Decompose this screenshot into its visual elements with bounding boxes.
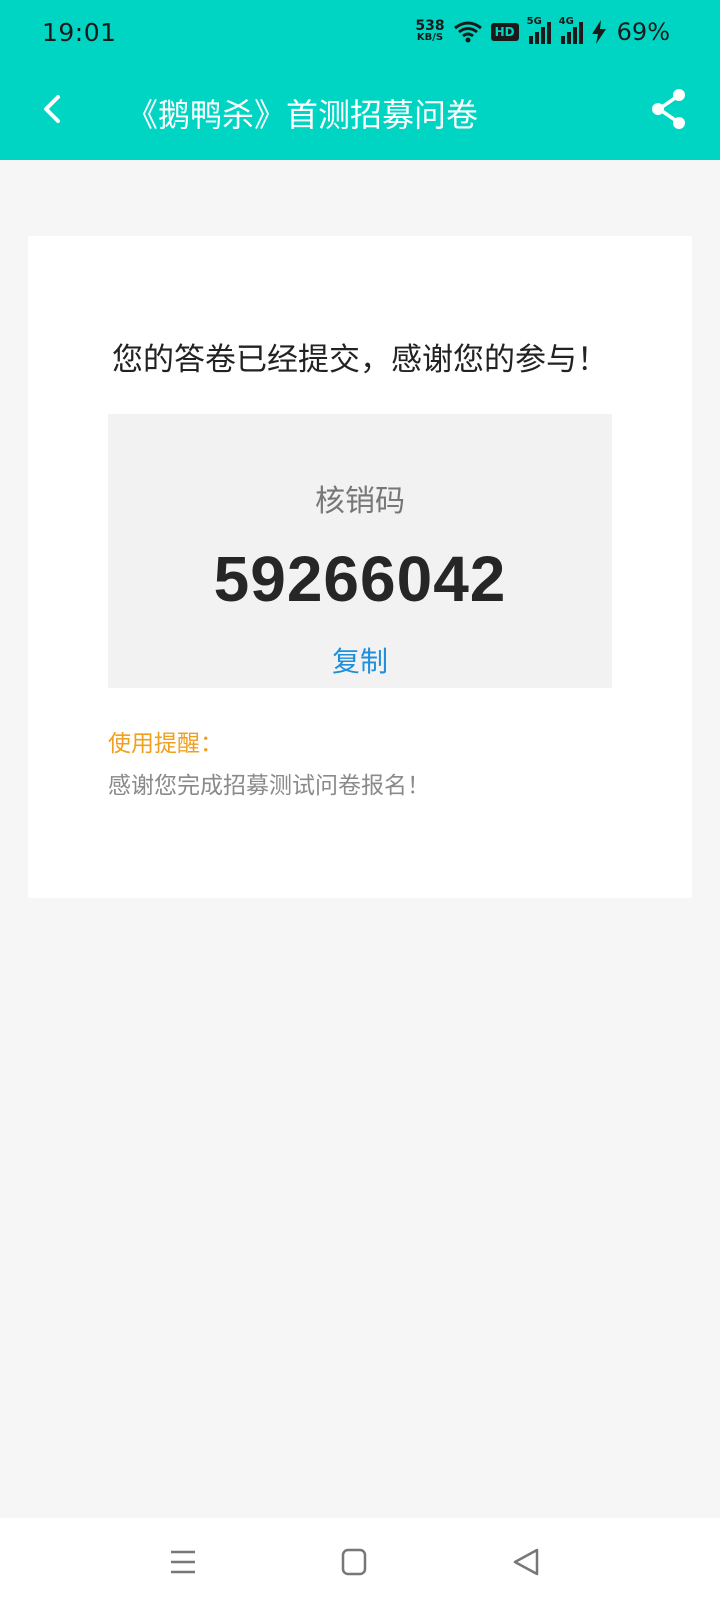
network-speed-value: 538 [415,18,445,34]
status-time: 19:01 [42,18,117,47]
back-button[interactable] [30,84,80,134]
copy-button[interactable]: 复制 [310,640,410,684]
network-speed-unit: KB/S [416,32,444,43]
chevron-left-icon [44,95,60,123]
system-back-button[interactable] [506,1544,546,1580]
nav-bar: 《鹅鸭杀》首测招募问卷 [0,64,720,160]
network-speed: 538 KB/S [415,18,445,44]
battery-level: 69% [616,18,670,46]
signal-4g-icon: 4G [559,16,583,44]
triangle-back-icon [513,1548,539,1576]
usage-tip-title: 使用提醒： [108,731,223,757]
verification-code-label: 核销码 [315,484,405,519]
share-icon [652,89,685,129]
system-home-button[interactable] [334,1544,374,1580]
hd-badge: HD [490,23,519,41]
signal-4g-label: 4G [558,16,574,27]
verification-code-box: 核销码 59266042 复制 [108,414,612,688]
signal-5g-label: 5G [526,16,542,27]
menu-icon [171,1550,195,1574]
submit-success-message: 您的答卷已经提交，感谢您的参与！ [112,342,608,378]
usage-tip-text: 感谢您完成招募测试问卷报名！ [108,773,430,799]
status-bar: 19:01 538 KB/S HD 5G 4G 69% [0,0,720,64]
charging-bolt-icon [591,20,606,44]
page-title: 《鹅鸭杀》首测招募问卷 [126,96,479,134]
share-button[interactable] [644,84,694,134]
app-header: 19:01 538 KB/S HD 5G 4G 69% 《鹅鸭杀》首测招募问卷 [0,0,720,160]
signal-5g-icon: 5G [527,16,551,44]
system-nav-bar [0,1518,720,1605]
verification-code-value: 59266042 [213,543,507,615]
system-menu-button[interactable] [163,1544,203,1580]
result-card: 您的答卷已经提交，感谢您的参与！ 核销码 59266042 复制 使用提醒： 感… [28,236,692,898]
home-icon [341,1548,367,1576]
status-icons: 538 KB/S HD 5G 4G 69% [415,16,670,48]
wifi-icon [453,21,482,43]
